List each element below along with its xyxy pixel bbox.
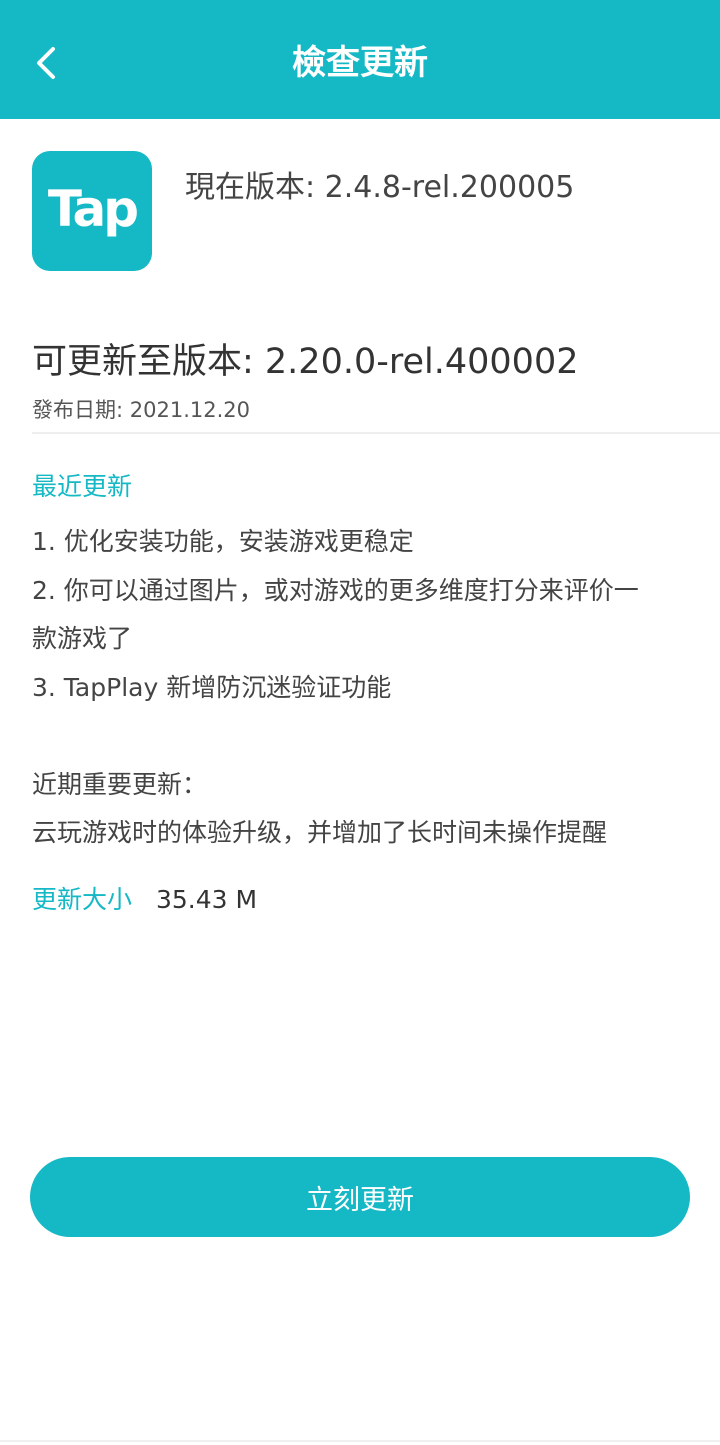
divider (32, 432, 720, 434)
release-note-line: 1. 优化安装功能，安装游戏更稳定 (32, 527, 414, 556)
bottom-divider (0, 1440, 720, 1442)
release-notes: 1. 优化安装功能，安装游戏更稳定 2. 你可以通过图片，或对游戏的更多维度打分… (32, 518, 712, 858)
page-title: 檢查更新 (292, 43, 428, 83)
release-note-line: 款游戏了 (32, 624, 133, 653)
app-logo: Tap (32, 151, 152, 271)
update-size-label: 更新大小 (32, 885, 133, 914)
new-version: 可更新至版本: 2.20.0-rel.400002 (32, 342, 579, 382)
update-now-button[interactable]: 立刻更新 (30, 1157, 690, 1237)
update-size-value: 35.43 M (155, 885, 258, 914)
release-date: 發布日期: 2021.12.20 (32, 398, 250, 422)
release-note-line: 云玩游戏时的体验升级，并增加了长时间未操作提醒 (32, 818, 608, 847)
release-note-line: 3. TapPlay 新增防沉迷验证功能 (32, 672, 392, 702)
release-note-line: 近期重要更新： (32, 769, 208, 799)
update-size-row: 更新大小 35.43 M (32, 880, 257, 920)
release-note-spacer (32, 712, 712, 761)
recent-updates-title: 最近更新 (32, 472, 133, 501)
top-bar: 檢查更新 (0, 0, 720, 119)
release-note-line: 2. 你可以通过图片，或对游戏的更多维度打分来评价一 (32, 575, 639, 605)
app-logo-text: Tap (47, 180, 139, 238)
current-version: 現在版本: 2.4.8-rel.200005 (185, 170, 575, 205)
